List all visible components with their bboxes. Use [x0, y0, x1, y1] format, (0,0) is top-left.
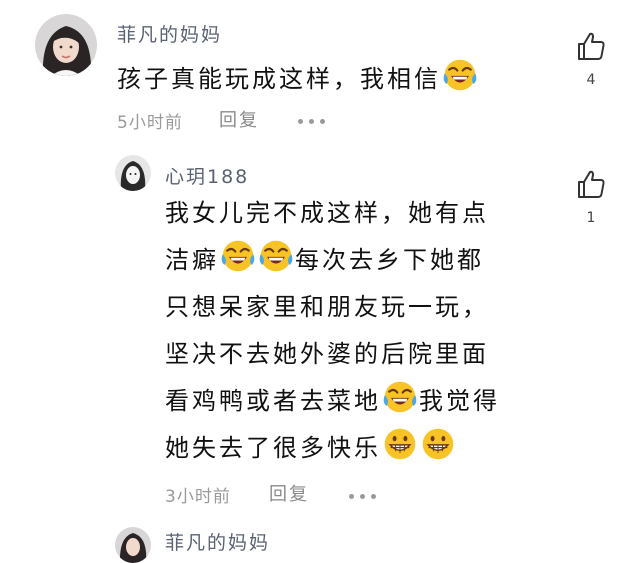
- avatar[interactable]: [115, 527, 151, 563]
- reply-text-line: 只想呆家里和朋友玩一玩，: [165, 293, 489, 321]
- grin-emoji: [420, 426, 456, 462]
- like-count: 4: [586, 72, 596, 88]
- reply-username[interactable]: 菲凡的妈妈: [165, 528, 270, 555]
- reply-text-segment: 看鸡鸭或者去菜地: [165, 387, 381, 415]
- reply-text: 我女儿完不成这样，她有点 洁癖 每次去乡下她都 只想呆家里和朋友玩一玩， 坚决不去…: [165, 190, 500, 472]
- reply-text-segment: 她失去了很多快乐: [165, 434, 381, 462]
- reply-button[interactable]: 回复: [269, 480, 309, 506]
- grin-emoji: [382, 426, 418, 462]
- laugh-cry-emoji: [258, 238, 294, 274]
- reply-time: 3小时前: [165, 487, 231, 507]
- reply-text-segment: 每次去乡下她都: [295, 246, 484, 274]
- reply-text-line: 看鸡鸭或者去菜地 我觉得: [165, 378, 500, 425]
- avatar[interactable]: [115, 155, 151, 191]
- like-button[interactable]: 1: [574, 168, 608, 226]
- more-dots-icon[interactable]: [346, 484, 379, 503]
- avatar[interactable]: [35, 14, 97, 76]
- laugh-cry-emoji: [220, 238, 256, 274]
- reply-text-line: 我女儿完不成这样，她有点: [165, 199, 489, 227]
- thumbs-up-icon: [575, 47, 607, 66]
- laugh-cry-emoji: [442, 57, 478, 93]
- like-count: 1: [586, 210, 596, 226]
- reply-text-segment: 洁癖: [165, 246, 219, 274]
- laugh-cry-emoji: [382, 379, 418, 415]
- more-dots-icon[interactable]: [295, 109, 328, 128]
- reply-text-segment: 我觉得: [419, 387, 500, 415]
- comment-text: 孩子真能玩成这样，我相信: [117, 57, 479, 94]
- comment-time: 5小时前: [117, 113, 183, 133]
- reply-text-line: 洁癖 每次去乡下她都: [165, 237, 500, 284]
- thumbs-up-icon: [575, 185, 607, 204]
- comment-username[interactable]: 菲凡的妈妈: [117, 20, 222, 47]
- comment-text-body: 孩子真能玩成这样，我相信: [117, 65, 441, 93]
- reply-text-line: 坚决不去她外婆的后院里面: [165, 340, 489, 368]
- reply-button[interactable]: 回复: [219, 106, 259, 132]
- reply-text-line: 她失去了很多快乐: [165, 425, 500, 472]
- reply-username[interactable]: 心玥188: [165, 162, 249, 189]
- like-button[interactable]: 4: [574, 30, 608, 88]
